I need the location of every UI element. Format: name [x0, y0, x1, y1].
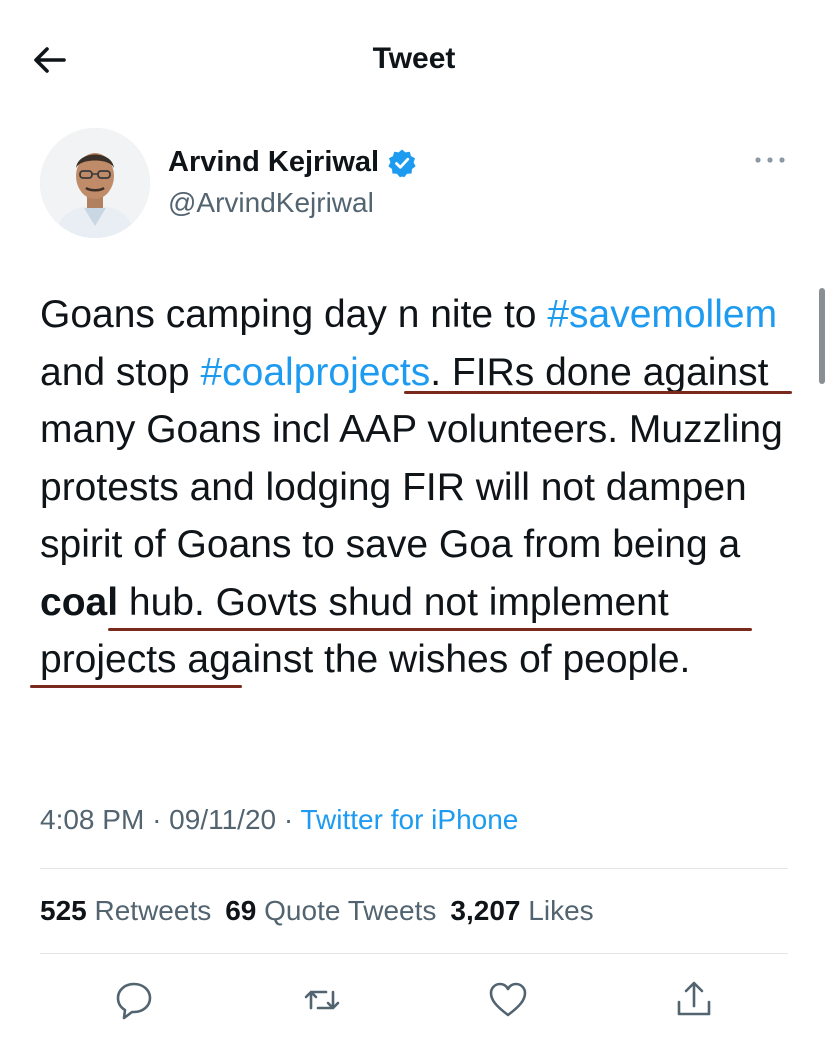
quote-tweets-label: Quote Tweets	[264, 895, 437, 926]
retweets-stat[interactable]: 525 Retweets	[40, 895, 211, 926]
likes-stat[interactable]: 3,207 Likes	[450, 895, 593, 926]
tweet-time: 4:08 PM	[40, 804, 145, 835]
tweet-date: 09/11/20	[169, 804, 277, 835]
author-name[interactable]: Arvind Kejriwal	[168, 146, 379, 179]
reply-icon[interactable]	[112, 978, 156, 1022]
verified-badge-icon	[387, 148, 417, 178]
share-icon[interactable]	[672, 978, 716, 1022]
underline-mark	[108, 628, 752, 631]
page-title: Tweet	[372, 42, 456, 75]
retweets-label: Retweets	[94, 895, 212, 926]
hashtag-coalprojects-link[interactable]: #coalprojects	[200, 351, 430, 394]
tweet-stats: 525 Retweets 69 Quote Tweets 3,207 Likes	[40, 895, 594, 927]
divider	[40, 953, 788, 954]
retweets-count: 525	[40, 895, 87, 926]
author-name-row[interactable]: Arvind Kejriwal	[168, 146, 417, 179]
quote-tweets-count: 69	[225, 895, 257, 926]
underline-mark	[404, 391, 792, 394]
meta-separator: ·	[152, 804, 162, 835]
scrollbar[interactable]	[819, 288, 825, 384]
tweet-text-segment: and stop	[40, 350, 201, 394]
underline-mark	[30, 685, 242, 688]
retweet-icon[interactable]	[300, 978, 344, 1022]
likes-count: 3,207	[450, 895, 521, 926]
author-handle[interactable]: @ArvindKejriwal	[168, 187, 374, 219]
quote-tweets-stat[interactable]: 69 Quote Tweets	[225, 895, 436, 926]
more-options-icon[interactable]	[752, 148, 788, 172]
bold-text: coal	[40, 580, 119, 624]
top-bar: Tweet	[0, 0, 828, 120]
tweet-text-segment: Goans camping day n nite to	[40, 293, 548, 336]
tweet-meta: 4:08 PM · 09/11/20 · Twitter for iPhone	[40, 804, 518, 836]
meta-separator: ·	[283, 804, 294, 835]
like-icon[interactable]	[486, 978, 530, 1022]
likes-label: Likes	[528, 895, 594, 926]
hashtag-savemollem-link[interactable]: #savemollem	[547, 293, 777, 336]
tweet-source-link[interactable]: Twitter for iPhone	[300, 804, 518, 835]
avatar[interactable]	[40, 128, 150, 238]
divider	[40, 868, 788, 869]
